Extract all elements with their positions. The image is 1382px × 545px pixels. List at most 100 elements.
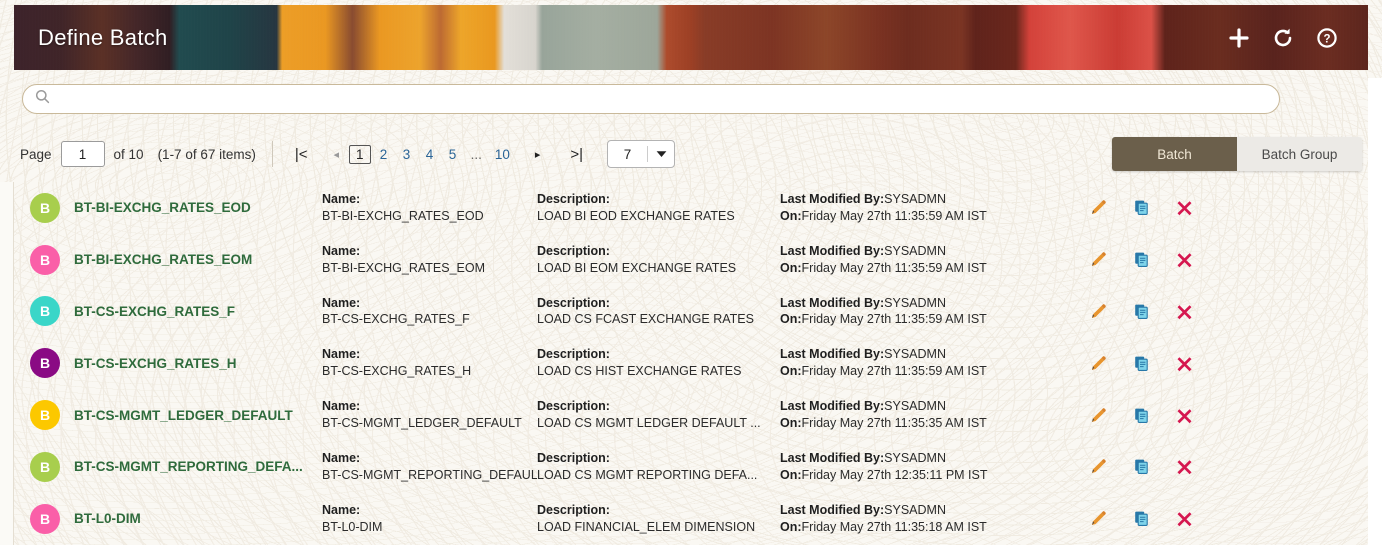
avatar: B [30,503,60,534]
batch-name-link[interactable]: BT-CS-EXCHG_RATES_F [74,304,322,319]
page-title: Define Batch [38,24,168,50]
name-label: Name: [322,243,361,258]
description-value: LOAD CS MGMT LEDGER DEFAULT ... [537,416,761,431]
table-row[interactable]: B BT-BI-EXCHG_RATES_EOM Name: BT-BI-EXCH… [14,234,1368,286]
last-modified-cell: Last Modified By:SYSADMN On:Friday May 2… [780,502,1070,536]
batch-name-link[interactable]: BT-L0-DIM [74,511,322,526]
name-cell: Name: BT-CS-MGMT_REPORTING_DEFAULT [322,450,537,484]
left-gutter [0,182,14,545]
modified-by-label: Last Modified By: [780,192,885,207]
page-link-2[interactable]: 2 [374,145,394,164]
last-modified-cell: Last Modified By:SYSADMN On:Friday May 2… [780,398,1070,432]
description-value: LOAD CS HIST EXCHANGE RATES [537,364,742,379]
table-row[interactable]: B BT-CS-MGMT_LEDGER_DEFAULT Name: BT-CS-… [14,389,1368,441]
previous-page-button[interactable]: ◂ [328,148,346,161]
last-modified-cell: Last Modified By:SYSADMN On:Friday May 2… [780,450,1070,484]
description-value: LOAD BI EOM EXCHANGE RATES [537,260,737,275]
table-row[interactable]: B BT-CS-EXCHG_RATES_F Name: BT-CS-EXCHG_… [14,286,1368,338]
avatar: B [30,244,60,275]
next-page-button[interactable]: ▸ [529,148,547,161]
add-icon[interactable] [1228,27,1250,49]
copy-icon[interactable] [1133,458,1150,475]
edit-icon[interactable] [1090,303,1107,320]
row-action-group [1090,251,1193,268]
modified-by-label: Last Modified By: [780,347,885,362]
batch-name-link[interactable]: BT-BI-EXCHG_RATES_EOD [74,200,322,215]
modified-on-label: On: [780,416,802,431]
page-link-5[interactable]: 5 [443,145,463,164]
batch-name-link[interactable]: BT-CS-MGMT_REPORTING_DEFA... [74,459,322,474]
edit-icon[interactable] [1090,458,1107,475]
edit-icon[interactable] [1090,407,1107,424]
page-number-input[interactable] [60,141,105,167]
edit-icon[interactable] [1090,251,1107,268]
modified-on-label: On: [780,519,802,534]
refresh-icon[interactable] [1272,27,1294,49]
page-link-1[interactable]: 1 [349,144,371,164]
application-window: Define Batch ? Page 1 of 10 (1-7 of 67 i… [0,0,1382,545]
search-box[interactable] [22,84,1280,114]
pagination-toolbar: Page of 10 (1-7 of 67 items) |< ◂ 1 2 3 … [20,136,1362,172]
name-value: BT-CS-MGMT_LEDGER_DEFAULT [322,416,522,431]
page-link-3[interactable]: 3 [397,145,417,164]
name-label: Name: [322,399,361,414]
edit-icon[interactable] [1090,199,1107,216]
tab-batch-group[interactable]: Batch Group [1237,137,1362,171]
avatar-letter: B [39,510,51,527]
delete-icon[interactable] [1176,303,1193,320]
page-link-4[interactable]: 4 [420,145,440,164]
page-link-10[interactable]: 10 [490,145,515,164]
copy-icon[interactable] [1133,407,1150,424]
delete-icon[interactable] [1176,407,1193,424]
name-value: BT-CS-EXCHG_RATES_F [322,312,470,327]
table-row[interactable]: B BT-BI-EXCHG_RATES_EOD Name: BT-BI-EXCH… [14,182,1368,234]
name-cell: Name: BT-CS-EXCHG_RATES_H [322,346,537,380]
modified-by-label: Last Modified By: [780,451,885,465]
row-action-group [1090,355,1193,372]
delete-icon[interactable] [1176,458,1193,475]
avatar-letter: B [39,199,51,216]
description-label: Description: [537,502,610,517]
tab-batch[interactable]: Batch [1112,137,1237,171]
name-cell: Name: BT-BI-EXCHG_RATES_EOD [322,191,537,225]
table-row[interactable]: B BT-CS-MGMT_REPORTING_DEFA... Name: BT-… [14,441,1368,493]
copy-icon[interactable] [1133,251,1150,268]
modified-by-label: Last Modified By: [780,502,885,517]
delete-icon[interactable] [1176,510,1193,527]
name-value: BT-BI-EXCHG_RATES_EOM [322,260,485,275]
name-value: BT-BI-EXCHG_RATES_EOD [322,208,484,223]
row-action-group [1090,458,1193,475]
batch-name-link[interactable]: BT-CS-MGMT_LEDGER_DEFAULT [74,408,322,423]
copy-icon[interactable] [1133,199,1150,216]
description-value: LOAD FINANCIAL_ELEM DIMENSION [537,519,756,534]
batch-name-link[interactable]: BT-BI-EXCHG_RATES_EOM [74,252,322,267]
copy-icon[interactable] [1133,355,1150,372]
name-cell: Name: BT-BI-EXCHG_RATES_EOM [322,243,537,277]
search-bar [22,84,1280,114]
description-cell: Description: LOAD BI EOD EXCHANGE RATES [537,191,780,225]
edit-icon[interactable] [1090,355,1107,372]
modified-by-value: SYSADMN [884,502,946,517]
first-page-button[interactable]: |< [289,146,314,163]
batch-name-link[interactable]: BT-CS-EXCHG_RATES_H [74,356,322,371]
delete-icon[interactable] [1176,251,1193,268]
page-size-select[interactable]: 7 [607,140,676,168]
table-row[interactable]: B BT-L0-DIM Name: BT-L0-DIM Description:… [14,493,1368,545]
modified-by-label: Last Modified By: [780,295,885,310]
delete-icon[interactable] [1176,199,1193,216]
table-row[interactable]: B BT-CS-EXCHG_RATES_H Name: BT-CS-EXCHG_… [14,337,1368,389]
name-cell: Name: BT-CS-MGMT_LEDGER_DEFAULT [322,398,537,432]
modified-on-label: On: [780,467,802,482]
last-page-button[interactable]: >| [564,146,589,163]
edit-icon[interactable] [1090,510,1107,527]
avatar-letter: B [39,458,51,475]
description-label: Description: [537,243,610,258]
right-gutter [1368,78,1382,545]
copy-icon[interactable] [1133,510,1150,527]
delete-icon[interactable] [1176,355,1193,372]
description-cell: Description: LOAD BI EOM EXCHANGE RATES [537,243,780,277]
copy-icon[interactable] [1133,303,1150,320]
help-icon[interactable]: ? [1316,27,1338,49]
search-input[interactable] [58,85,1228,113]
modified-on-label: On: [780,208,802,223]
